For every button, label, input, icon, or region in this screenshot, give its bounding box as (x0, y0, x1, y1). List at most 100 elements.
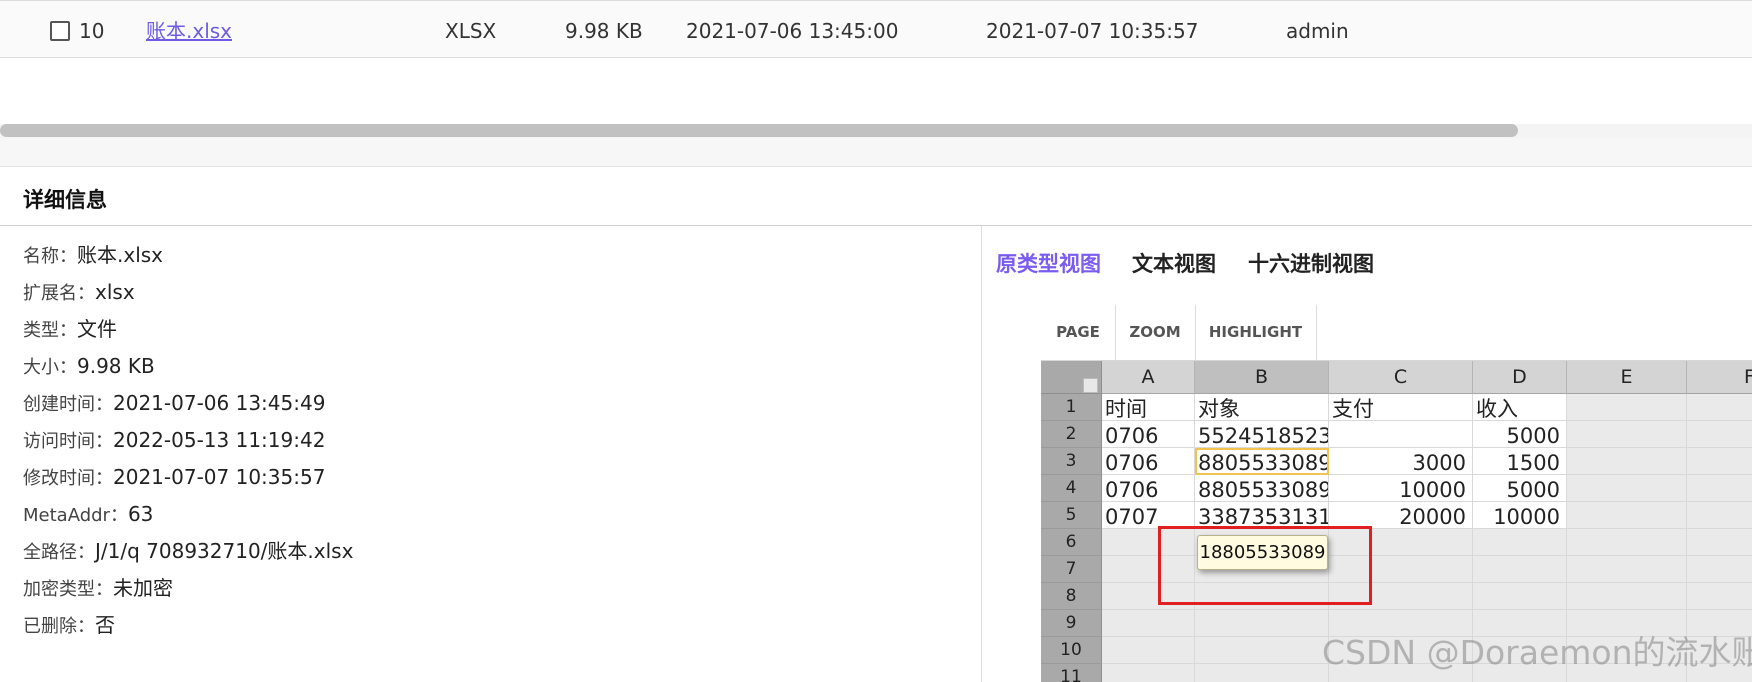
detail-value: 2022-05-13 11:19:42 (113, 428, 326, 452)
detail-value: 账本.xlsx (77, 243, 164, 267)
cell-d8[interactable] (1473, 583, 1567, 610)
file-list-row[interactable]: 10 账本.xlsx XLSX 9.98 KB 2021-07-06 13:45… (0, 0, 1752, 58)
detail-value: 文件 (77, 317, 117, 341)
detail-key: 大小： (23, 357, 77, 378)
cell-b10[interactable] (1195, 637, 1329, 664)
row-header-4[interactable]: 4 (1041, 475, 1102, 502)
detail-row-extension: 扩展名：xlsx (23, 277, 353, 314)
cell-c1[interactable]: 支付 (1329, 394, 1473, 421)
cell-a3[interactable]: 0706 (1102, 448, 1195, 475)
cell-c3[interactable]: 3000 (1329, 448, 1473, 475)
cell-a5[interactable]: 0707 (1102, 502, 1195, 529)
file-name-link[interactable]: 账本.xlsx (146, 19, 232, 43)
column-header-d[interactable]: D (1473, 361, 1567, 394)
detail-key: 全路径： (23, 542, 95, 563)
cell-d6[interactable] (1473, 529, 1567, 556)
select-all-corner[interactable] (1041, 361, 1102, 394)
cell-c5[interactable]: 20000 (1329, 502, 1473, 529)
column-header-e[interactable]: E (1567, 361, 1687, 394)
row-header-9[interactable]: 9 (1041, 610, 1102, 637)
cell-a9[interactable] (1102, 610, 1195, 637)
detail-row-modified: 修改时间：2021-07-07 10:35:57 (23, 462, 353, 499)
row-header-1[interactable]: 1 (1041, 394, 1102, 421)
detail-value: J/1/q 708932710/账本.xlsx (95, 539, 354, 563)
row-header-5[interactable]: 5 (1041, 502, 1102, 529)
cell-c4[interactable]: 10000 (1329, 475, 1473, 502)
watermark: CSDN @Doraemon的流水账 (1322, 633, 1752, 672)
cell-e8[interactable] (1567, 583, 1687, 610)
cell-e4[interactable] (1567, 475, 1687, 502)
detail-key: 访问时间： (23, 431, 113, 452)
cell-e3[interactable] (1567, 448, 1687, 475)
cell-b2[interactable]: 5524518523 (1195, 421, 1329, 448)
details-title: 详细信息 (23, 188, 107, 212)
detail-value: 2021-07-07 10:35:57 (113, 465, 326, 489)
detail-key: 已删除： (23, 616, 95, 637)
cell-f2[interactable] (1687, 421, 1752, 448)
column-header-c[interactable]: C (1329, 361, 1473, 394)
row-header-7[interactable]: 7 (1041, 556, 1102, 583)
cell-b4[interactable]: 8805533089 (1195, 475, 1329, 502)
cell-d5[interactable]: 10000 (1473, 502, 1567, 529)
row-checkbox[interactable] (50, 21, 70, 41)
detail-row-name: 名称：账本.xlsx (23, 240, 353, 277)
detail-value: 否 (95, 613, 115, 637)
cell-d7[interactable] (1473, 556, 1567, 583)
cell-e1[interactable] (1567, 394, 1687, 421)
panel-separator (0, 138, 1752, 167)
row-header-8[interactable]: 8 (1041, 583, 1102, 610)
tab-text-view[interactable]: 文本视图 (1132, 248, 1216, 278)
cell-f1[interactable] (1687, 394, 1752, 421)
cell-f8[interactable] (1687, 583, 1752, 610)
cell-a10[interactable] (1102, 637, 1195, 664)
cell-b1[interactable]: 对象 (1195, 394, 1329, 421)
cell-e2[interactable] (1567, 421, 1687, 448)
cell-d3[interactable]: 1500 (1473, 448, 1567, 475)
cell-d1[interactable]: 收入 (1473, 394, 1567, 421)
cell-d2[interactable]: 5000 (1473, 421, 1567, 448)
cell-e6[interactable] (1567, 529, 1687, 556)
tab-native-view[interactable]: 原类型视图 (996, 248, 1101, 278)
detail-key: 类型： (23, 320, 77, 341)
cell-c2[interactable] (1329, 421, 1473, 448)
zoom-button[interactable]: ZOOM (1115, 305, 1196, 360)
column-header-f[interactable]: F (1687, 361, 1752, 394)
row-header-10[interactable]: 10 (1041, 637, 1102, 664)
cell-d4[interactable]: 5000 (1473, 475, 1567, 502)
file-size: 9.98 KB (565, 19, 643, 43)
cell-f4[interactable] (1687, 475, 1752, 502)
cell-a1[interactable]: 时间 (1102, 394, 1195, 421)
row-header-6[interactable]: 6 (1041, 529, 1102, 556)
row-number: 10 (79, 19, 105, 43)
highlight-button[interactable]: HIGHLIGHT (1195, 305, 1317, 360)
page-button[interactable]: PAGE (1041, 305, 1116, 360)
tab-hex-view[interactable]: 十六进制视图 (1248, 248, 1374, 278)
cell-a4[interactable]: 0706 (1102, 475, 1195, 502)
cell-b9[interactable] (1195, 610, 1329, 637)
detail-row-type: 类型：文件 (23, 314, 353, 351)
annotation-highlight-box (1158, 526, 1372, 605)
cell-f7[interactable] (1687, 556, 1752, 583)
horizontal-scrollbar-thumb[interactable] (0, 124, 1518, 137)
cell-b3[interactable]: 8805533089 (1195, 448, 1329, 475)
details-divider (0, 225, 1752, 226)
cell-f5[interactable] (1687, 502, 1752, 529)
row-header-3[interactable]: 3 (1041, 448, 1102, 475)
row-header-11[interactable]: 11 (1041, 664, 1102, 682)
detail-value: 63 (127, 502, 154, 526)
cell-b5[interactable]: 3387353131 (1195, 502, 1329, 529)
cell-f6[interactable] (1687, 529, 1752, 556)
cell-f3[interactable] (1687, 448, 1752, 475)
file-modified-time: 2021-07-07 10:35:57 (986, 19, 1199, 43)
cell-e7[interactable] (1567, 556, 1687, 583)
detail-value: xlsx (95, 280, 135, 304)
cell-a11[interactable] (1102, 664, 1195, 682)
select-all-box[interactable] (1083, 378, 1098, 393)
column-header-a[interactable]: A (1102, 361, 1195, 394)
cell-b11[interactable] (1195, 664, 1329, 682)
column-header-b[interactable]: B (1195, 361, 1329, 394)
detail-row-accessed: 访问时间：2022-05-13 11:19:42 (23, 425, 353, 462)
cell-e5[interactable] (1567, 502, 1687, 529)
row-header-2[interactable]: 2 (1041, 421, 1102, 448)
cell-a2[interactable]: 0706 (1102, 421, 1195, 448)
